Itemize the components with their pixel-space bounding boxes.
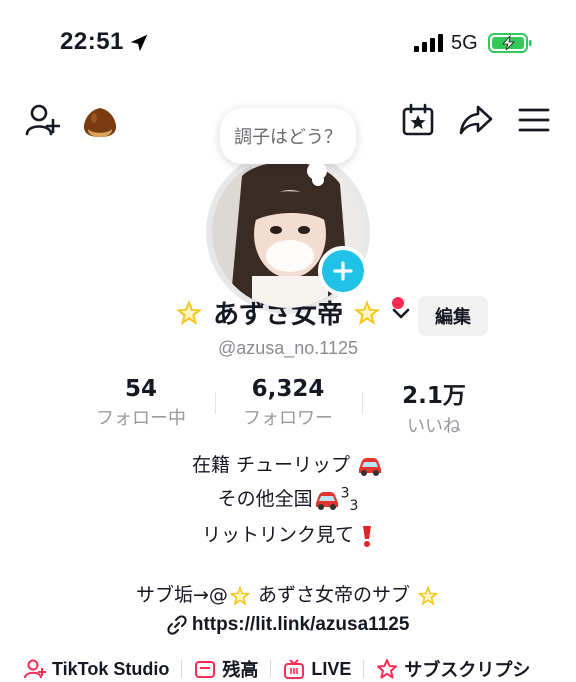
chestnut-icon [84, 108, 116, 137]
tab-label: TikTok Studio [52, 658, 170, 679]
stat-divider [362, 392, 363, 414]
stat-label: フォロワー [243, 408, 333, 429]
link-icon [167, 615, 187, 635]
divider [270, 660, 272, 678]
stat-followers[interactable]: 6,324 フォロワー [228, 376, 348, 430]
divider [181, 660, 183, 678]
chestnut-button[interactable] [80, 102, 120, 142]
bio-line-2: その他全国 33 [0, 484, 576, 514]
glowing-star-icon [229, 585, 251, 606]
balance-button[interactable]: 残高 [194, 656, 258, 682]
add-story-button[interactable] [318, 246, 368, 296]
bio-text: あずさ女帝のサブ [251, 584, 416, 606]
glowing-star-icon [176, 299, 202, 325]
share-icon [459, 105, 493, 135]
profile-link-text: https://lit.link/azusa1125 [191, 614, 410, 635]
stat-label: いいね [407, 416, 461, 437]
glowing-star-icon [417, 585, 439, 606]
bio-text: その他全国 [217, 488, 313, 510]
bio-line-1: 在籍 チューリップ [0, 450, 576, 477]
bio-superscript: 3 [340, 485, 350, 502]
stat-divider [215, 392, 216, 414]
status-time: 22:51 [60, 28, 124, 55]
add-friend-button[interactable] [22, 100, 62, 140]
status-bubble[interactable]: 調子はどう？ [220, 108, 356, 164]
creator-tools-row: TikTok Studio 残高 LIVE サブスクリプシ [24, 656, 530, 682]
divider [363, 660, 365, 678]
menu-button[interactable] [514, 100, 554, 140]
profile-link[interactable]: https://lit.link/azusa1125 [0, 614, 576, 636]
bio-text: サブ垢→@ [135, 584, 228, 606]
calendar-star-icon [402, 103, 434, 136]
signal-icon [414, 34, 443, 52]
bio-line-4: サブ垢→@ あずさ女帝のサブ [0, 580, 576, 608]
stat-likes[interactable]: 2.1万 いいね [384, 376, 484, 438]
tab-label: 残高 [222, 660, 259, 680]
subscription-button[interactable]: サブスクリプシ [376, 656, 530, 682]
plus-icon [333, 261, 353, 281]
bubble-tail [307, 162, 327, 180]
menu-icon [518, 108, 550, 132]
tab-label: LIVE [311, 658, 352, 679]
edit-profile-button[interactable]: 編集 [418, 296, 488, 336]
stat-label: フォロー中 [96, 408, 186, 429]
calendar-star-button[interactable] [398, 100, 438, 140]
stat-following[interactable]: 54 フォロー中 [86, 376, 196, 430]
bio-text: リットリンク見て [201, 524, 354, 546]
add-friend-icon [25, 104, 60, 136]
bio-text: 在籍 チューリップ [191, 454, 350, 476]
tab-label: サブスクリプシ [404, 660, 531, 680]
red-car-icon [315, 491, 338, 510]
profile-handle: @azusa_no.1125 [217, 338, 359, 358]
stat-value: 2.1万 [402, 383, 466, 409]
network-type: 5G [451, 32, 478, 54]
location-arrow-icon [130, 34, 148, 52]
notification-dot [392, 297, 404, 309]
glowing-star-icon [354, 299, 381, 325]
stat-value: 54 [124, 376, 157, 402]
red-car-icon [359, 457, 382, 476]
battery-charging-icon [488, 33, 532, 53]
bio-subscript: 3 [349, 497, 359, 514]
exclamation-icon [363, 525, 372, 547]
share-button[interactable] [456, 100, 496, 140]
stat-value: 6,324 [251, 376, 325, 402]
bio-line-3: リットリンク見て [0, 520, 576, 548]
